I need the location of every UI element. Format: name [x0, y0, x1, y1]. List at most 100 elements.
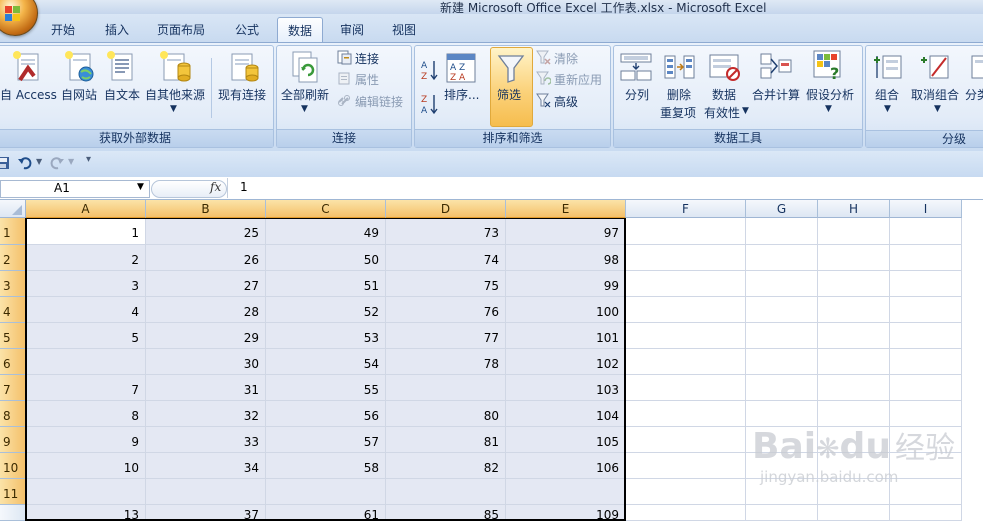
sort-ascending-icon[interactable]: A Z: [420, 59, 440, 81]
cell[interactable]: [626, 479, 746, 505]
cell[interactable]: 7: [26, 375, 146, 401]
row-header[interactable]: 9: [0, 427, 26, 453]
cell[interactable]: 56: [266, 401, 386, 427]
cell[interactable]: [746, 401, 818, 427]
cell[interactable]: 52: [266, 297, 386, 323]
cell[interactable]: 102: [506, 349, 626, 375]
what-if-dropdown-icon[interactable]: ▼: [825, 104, 832, 114]
tab-formulas[interactable]: 公式: [226, 19, 268, 41]
column-header-i[interactable]: I: [890, 200, 962, 218]
cell[interactable]: 104: [506, 401, 626, 427]
reapply-button[interactable]: 重新应用: [554, 71, 602, 88]
select-all-corner[interactable]: [0, 200, 26, 218]
cell[interactable]: [890, 218, 962, 245]
cell[interactable]: 1: [26, 218, 146, 245]
validation-dropdown-icon[interactable]: ▼: [742, 106, 749, 116]
cell[interactable]: [818, 505, 890, 521]
cell[interactable]: 81: [386, 427, 506, 453]
cell[interactable]: 49: [266, 218, 386, 245]
cell[interactable]: 33: [146, 427, 266, 453]
tab-page-layout[interactable]: 页面布局: [148, 19, 214, 41]
remove-duplicates-button[interactable]: 删除: [667, 86, 691, 103]
ungroup-button[interactable]: 取消组合: [911, 86, 959, 103]
row-header[interactable]: 10: [0, 453, 26, 479]
cell[interactable]: 103: [506, 375, 626, 401]
filter-button[interactable]: 筛选: [490, 47, 533, 127]
cell[interactable]: [818, 349, 890, 375]
cell[interactable]: [818, 375, 890, 401]
cell[interactable]: [890, 505, 962, 521]
column-header-e[interactable]: E: [506, 200, 626, 218]
cell[interactable]: [890, 297, 962, 323]
cell[interactable]: [890, 375, 962, 401]
column-header-f[interactable]: F: [626, 200, 746, 218]
cell[interactable]: 5: [26, 323, 146, 349]
cell[interactable]: [890, 271, 962, 297]
cell[interactable]: [626, 427, 746, 453]
cell[interactable]: 101: [506, 323, 626, 349]
column-header-d[interactable]: D: [386, 200, 506, 218]
advanced-button[interactable]: 高级: [554, 93, 578, 110]
cell[interactable]: [626, 271, 746, 297]
cell[interactable]: 57: [266, 427, 386, 453]
cell[interactable]: 53: [266, 323, 386, 349]
cell[interactable]: 25: [146, 218, 266, 245]
cell[interactable]: 82: [386, 453, 506, 479]
cell[interactable]: 27: [146, 271, 266, 297]
cell[interactable]: 51: [266, 271, 386, 297]
cell[interactable]: 55: [266, 375, 386, 401]
tab-home[interactable]: 开始: [42, 19, 84, 41]
undo-dropdown-icon[interactable]: ▼: [36, 157, 42, 166]
cell[interactable]: 85: [386, 505, 506, 522]
cell[interactable]: [746, 375, 818, 401]
consolidate-button[interactable]: 合并计算: [752, 86, 800, 103]
column-header-b[interactable]: B: [146, 200, 266, 218]
customize-qat-icon[interactable]: ▾: [86, 154, 91, 165]
redo-icon[interactable]: [49, 156, 65, 170]
column-header-a[interactable]: A: [26, 200, 146, 218]
row-header[interactable]: 5: [0, 323, 26, 349]
cell[interactable]: 97: [506, 218, 626, 245]
cell[interactable]: [818, 323, 890, 349]
cell[interactable]: [746, 218, 818, 245]
cell[interactable]: [626, 453, 746, 479]
existing-connections-button[interactable]: 现有连接: [218, 86, 266, 103]
other-sources-dropdown-icon[interactable]: ▼: [170, 104, 177, 114]
cell[interactable]: 80: [386, 401, 506, 427]
cell[interactable]: 109: [506, 505, 626, 522]
insert-function-icon[interactable]: fx: [210, 180, 221, 194]
cell[interactable]: 50: [266, 245, 386, 271]
cell[interactable]: [626, 297, 746, 323]
cell[interactable]: 2: [26, 245, 146, 271]
connections-button[interactable]: 连接: [355, 50, 379, 67]
tab-insert[interactable]: 插入: [96, 19, 138, 41]
data-validation-button[interactable]: 数据: [712, 86, 736, 103]
cell[interactable]: [818, 218, 890, 245]
cell[interactable]: 100: [506, 297, 626, 323]
refresh-dropdown-icon[interactable]: ▼: [301, 104, 308, 114]
cell[interactable]: [818, 245, 890, 271]
from-access-button[interactable]: 自 Access: [0, 86, 57, 103]
cell[interactable]: 8: [26, 401, 146, 427]
edit-links-button[interactable]: 编辑链接: [355, 93, 403, 110]
row-header[interactable]: 6: [0, 349, 26, 375]
sort-descending-icon[interactable]: Z A: [420, 93, 440, 115]
cell[interactable]: 28: [146, 297, 266, 323]
from-web-button[interactable]: 自网站: [61, 86, 97, 103]
cell[interactable]: 32: [146, 401, 266, 427]
cell[interactable]: [146, 479, 266, 505]
row-header[interactable]: 1: [0, 218, 26, 245]
row-header[interactable]: 3: [0, 271, 26, 297]
cell[interactable]: 26: [146, 245, 266, 271]
tab-view[interactable]: 视图: [384, 19, 424, 41]
column-header-h[interactable]: H: [818, 200, 890, 218]
name-box[interactable]: A1 ▼: [0, 180, 150, 198]
cell[interactable]: 10: [26, 453, 146, 479]
row-header[interactable]: [0, 505, 26, 521]
cell[interactable]: [746, 349, 818, 375]
cell[interactable]: [890, 323, 962, 349]
group-dropdown-icon[interactable]: ▼: [884, 104, 891, 114]
cell[interactable]: [626, 505, 746, 521]
cell[interactable]: 74: [386, 245, 506, 271]
cell[interactable]: [818, 297, 890, 323]
